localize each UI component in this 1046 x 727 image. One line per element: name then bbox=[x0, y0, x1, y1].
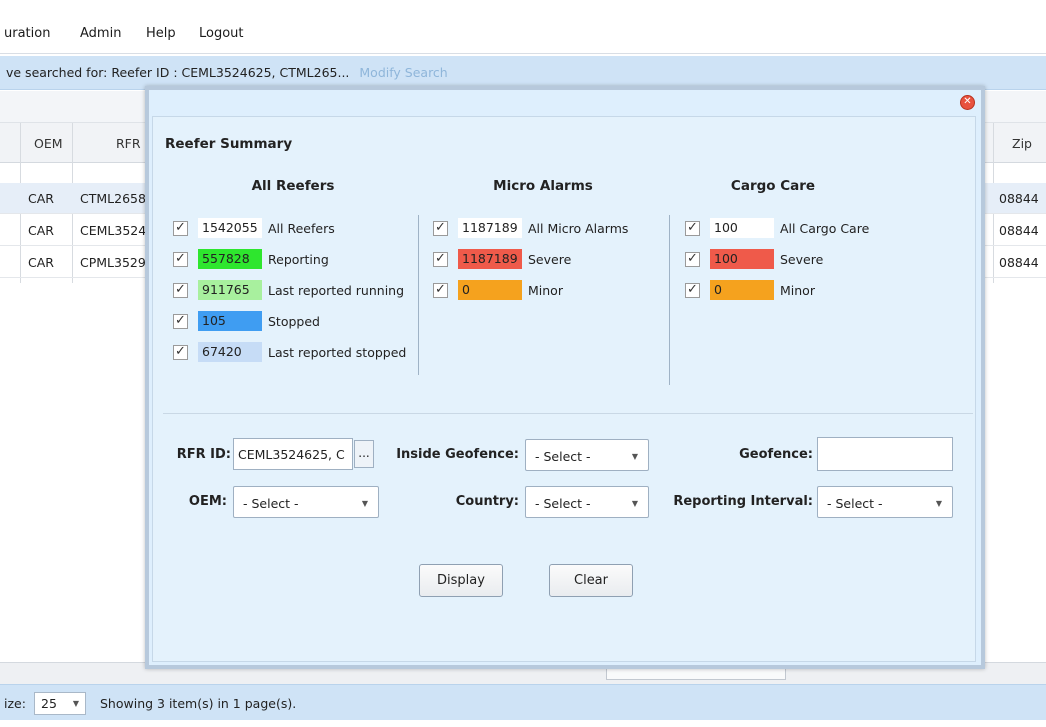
oem-select[interactable]: - Select - ▼ bbox=[233, 486, 379, 518]
checkbox-last-reported-running[interactable]: ✓ bbox=[173, 283, 188, 298]
inside-geofence-value: - Select - bbox=[535, 449, 591, 464]
label-all-micro-alarms: All Micro Alarms bbox=[528, 221, 629, 236]
dialog-body: Reefer Summary All Reefers Micro Alarms … bbox=[152, 116, 976, 662]
count-stopped: 105 bbox=[198, 311, 262, 331]
cell-rfr: CEML3524 bbox=[80, 223, 147, 238]
checkbox-all-reefers[interactable]: ✓ bbox=[173, 221, 188, 236]
count-micro-severe: 1187189 bbox=[458, 249, 522, 269]
label-reporting: Reporting bbox=[268, 252, 329, 267]
label-micro-severe: Severe bbox=[528, 252, 572, 267]
cell-zip: 08844 bbox=[999, 223, 1039, 238]
column-heading-all-reefers: All Reefers bbox=[251, 178, 335, 194]
reporting-interval-select[interactable]: - Select - ▼ bbox=[817, 486, 953, 518]
country-label: Country: bbox=[455, 494, 519, 509]
checkbox-last-reported-stopped[interactable]: ✓ bbox=[173, 345, 188, 360]
column-divider bbox=[669, 215, 670, 385]
label-cargo-minor: Minor bbox=[780, 283, 815, 298]
count-cargo-severe: 100 bbox=[710, 249, 774, 269]
column-header-oem[interactable]: OEM bbox=[34, 136, 63, 151]
label-last-reported-running: Last reported running bbox=[268, 283, 405, 298]
cell-rfr: CPML3529 bbox=[80, 255, 146, 270]
rfr-id-input[interactable]: CEML3524625, C bbox=[233, 438, 353, 470]
rfr-id-label: RFR ID: bbox=[176, 447, 231, 462]
page-size-select[interactable]: 25 ▼ bbox=[34, 692, 86, 715]
geofence-input[interactable] bbox=[817, 437, 953, 471]
page-size-label: ize: bbox=[4, 696, 26, 711]
checkbox-stopped[interactable]: ✓ bbox=[173, 314, 188, 329]
label-all-reefers: All Reefers bbox=[268, 221, 335, 236]
chevron-down-icon: ▼ bbox=[72, 699, 79, 708]
oem-value: - Select - bbox=[243, 496, 299, 511]
search-summary-bar: ve searched for: Reefer ID : CEML3524625… bbox=[0, 56, 1046, 90]
checkbox-cargo-minor[interactable]: ✓ bbox=[685, 283, 700, 298]
display-button[interactable]: Display bbox=[419, 564, 503, 597]
count-last-reported-stopped: 67420 bbox=[198, 342, 262, 362]
column-heading-cargo-care: Cargo Care bbox=[730, 178, 816, 194]
country-value: - Select - bbox=[535, 496, 591, 511]
menu-item-help[interactable]: Help bbox=[146, 26, 176, 41]
label-stopped: Stopped bbox=[268, 314, 320, 329]
section-divider bbox=[163, 413, 973, 414]
menu-item-admin[interactable]: Admin bbox=[80, 26, 121, 41]
cell-oem: CAR bbox=[28, 223, 54, 238]
checkbox-all-micro-alarms[interactable]: ✓ bbox=[433, 221, 448, 236]
menu-bar: uration Admin Help Logout bbox=[0, 16, 1046, 54]
count-reporting: 557828 bbox=[198, 249, 262, 269]
cell-oem: CAR bbox=[28, 255, 54, 270]
checkbox-cargo-severe[interactable]: ✓ bbox=[685, 252, 700, 267]
count-last-reported-running: 911765 bbox=[198, 280, 262, 300]
rfr-id-lookup-button[interactable]: ... bbox=[354, 440, 374, 468]
cell-rfr: CTML2658 bbox=[80, 191, 146, 206]
column-heading-micro-alarms: Micro Alarms bbox=[493, 178, 593, 194]
checkbox-all-cargo-care[interactable]: ✓ bbox=[685, 221, 700, 236]
count-all-micro-alarms: 1187189 bbox=[458, 218, 522, 238]
clear-button[interactable]: Clear bbox=[549, 564, 633, 597]
count-cargo-minor: 0 bbox=[710, 280, 774, 300]
geofence-label: Geofence: bbox=[739, 447, 813, 462]
label-cargo-severe: Severe bbox=[780, 252, 824, 267]
dialog-titlebar[interactable]: ✕ bbox=[149, 90, 981, 116]
checkbox-micro-minor[interactable]: ✓ bbox=[433, 283, 448, 298]
checkbox-reporting[interactable]: ✓ bbox=[173, 252, 188, 267]
chevron-down-icon: ▼ bbox=[631, 499, 638, 508]
pager-bar: ize: 25 ▼ Showing 3 item(s) in 1 page(s)… bbox=[0, 684, 1046, 720]
oem-label: OEM: bbox=[188, 494, 227, 509]
pager-info: Showing 3 item(s) in 1 page(s). bbox=[100, 696, 297, 711]
chevron-down-icon: ▼ bbox=[631, 452, 638, 461]
label-micro-minor: Minor bbox=[528, 283, 563, 298]
search-summary: ve searched for: Reefer ID : CEML3524625… bbox=[6, 65, 448, 80]
count-micro-minor: 0 bbox=[458, 280, 522, 300]
menu-item-configuration[interactable]: uration bbox=[4, 26, 50, 41]
checkbox-micro-severe[interactable]: ✓ bbox=[433, 252, 448, 267]
column-divider bbox=[418, 215, 419, 375]
search-summary-text: ve searched for: Reefer ID : CEML3524625… bbox=[6, 65, 350, 80]
column-header-zip[interactable]: Zip bbox=[1012, 136, 1032, 151]
reporting-interval-label: Reporting Interval: bbox=[673, 494, 813, 509]
cell-oem: CAR bbox=[28, 191, 54, 206]
label-last-reported-stopped: Last reported stopped bbox=[268, 345, 407, 360]
page-size-value: 25 bbox=[41, 696, 57, 711]
cell-zip: 08844 bbox=[999, 191, 1039, 206]
column-header-rfr[interactable]: RFR bbox=[116, 136, 141, 151]
reefer-summary-dialog: ✕ Reefer Summary All Reefers Micro Alarm… bbox=[145, 86, 985, 669]
country-select[interactable]: - Select - ▼ bbox=[525, 486, 649, 518]
reporting-interval-value: - Select - bbox=[827, 496, 883, 511]
inside-geofence-select[interactable]: - Select - ▼ bbox=[525, 439, 649, 471]
dialog-title: Reefer Summary bbox=[165, 136, 293, 152]
menu-item-logout[interactable]: Logout bbox=[199, 26, 244, 41]
count-all-reefers: 1542055 bbox=[198, 218, 262, 238]
label-all-cargo-care: All Cargo Care bbox=[780, 221, 870, 236]
modify-search-link[interactable]: Modify Search bbox=[359, 65, 447, 80]
cell-zip: 08844 bbox=[999, 255, 1039, 270]
close-icon[interactable]: ✕ bbox=[960, 95, 975, 110]
chevron-down-icon: ▼ bbox=[361, 499, 368, 508]
count-all-cargo-care: 100 bbox=[710, 218, 774, 238]
inside-geofence-label: Inside Geofence: bbox=[396, 447, 519, 462]
chevron-down-icon: ▼ bbox=[935, 499, 942, 508]
